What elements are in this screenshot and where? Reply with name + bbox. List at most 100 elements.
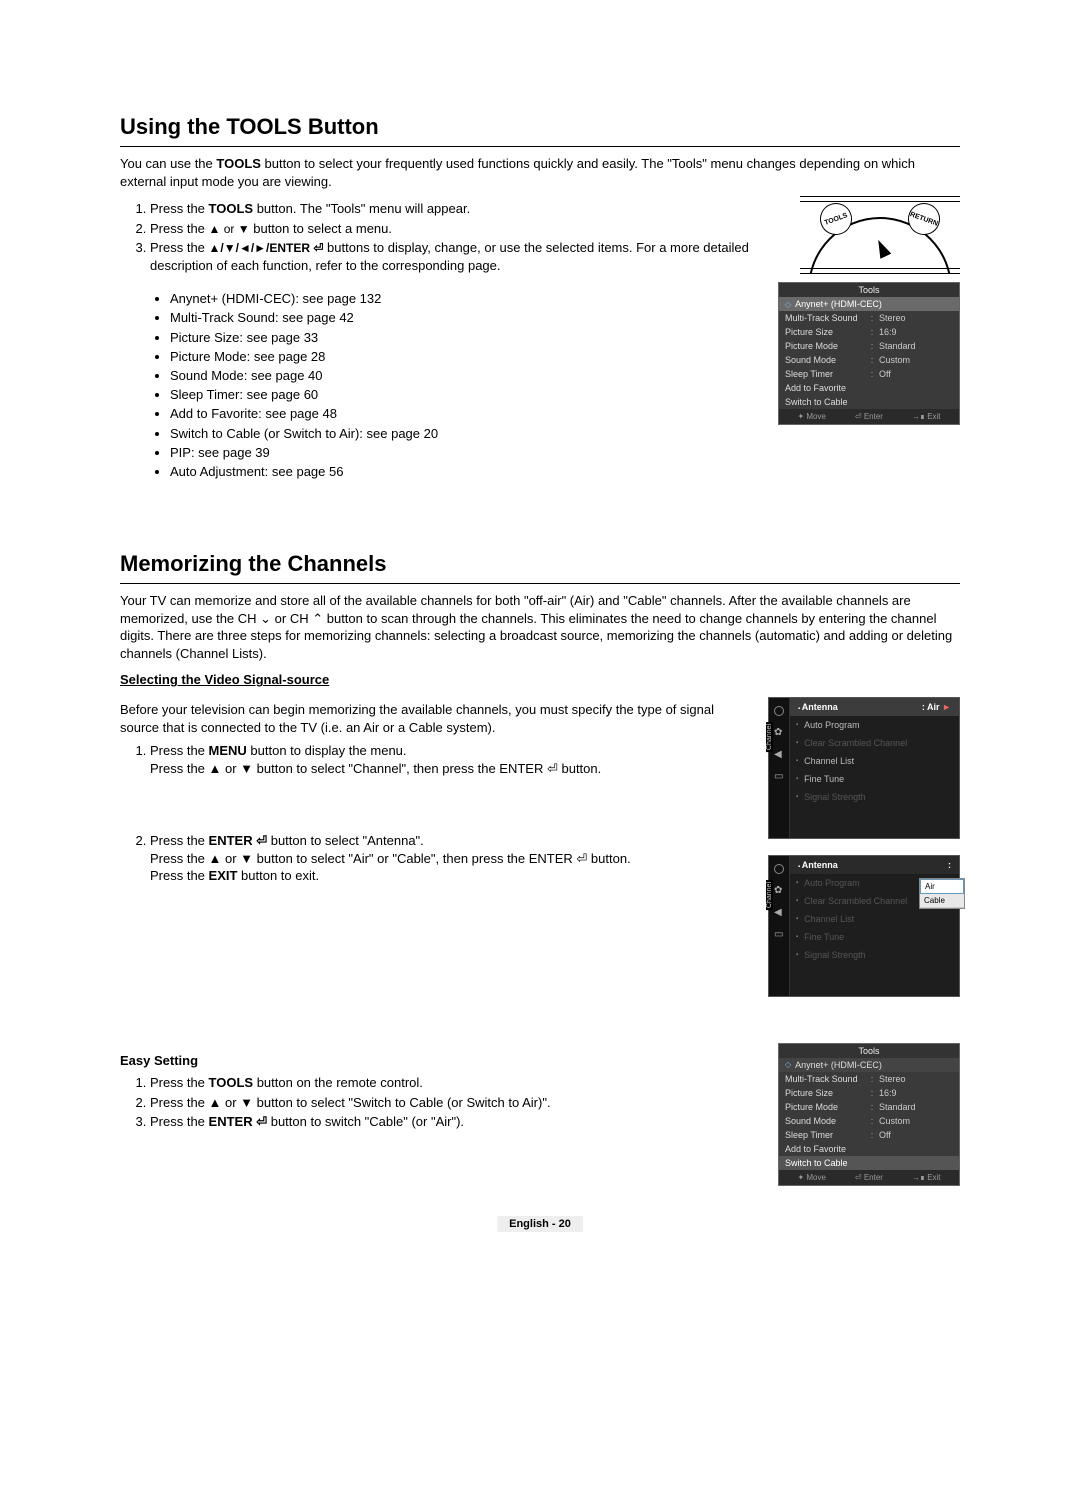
dot-icon	[774, 706, 784, 716]
v: 16:9	[879, 327, 953, 337]
osd-row: Picture Mode:Standard	[779, 1100, 959, 1114]
osd-highlight-label: Anynet+ (HDMI-CEC)	[795, 1060, 882, 1070]
txt-bold: TOOLS	[216, 156, 261, 171]
source-pre: Before your television can begin memoriz…	[120, 701, 752, 736]
v: Custom	[879, 355, 953, 365]
t: Press the	[150, 221, 209, 236]
section-title-tools: Using the TOOLS Button	[120, 114, 960, 147]
tb: MENU	[209, 743, 247, 758]
section-title-channels: Memorizing the Channels	[120, 551, 960, 584]
osd-highlight-label: Anynet+ (HDMI-CEC)	[795, 299, 882, 309]
l: Sound Mode	[785, 355, 865, 365]
osd-row: Add to Favorite	[779, 1142, 959, 1156]
osd-row: Picture Size:16:9	[779, 1086, 959, 1100]
osd-row-selected: Switch to Cable	[779, 1156, 959, 1170]
l: Add to Favorite	[785, 383, 865, 393]
l: Switch to Cable	[785, 397, 865, 407]
tools-intro: You can use the TOOLS button to select y…	[120, 155, 960, 190]
page-footer: English - 20	[497, 1216, 583, 1232]
l: Picture Size	[785, 327, 865, 337]
t: Press the	[150, 201, 209, 216]
ez3: Press the ENTER ⏎ button to switch "Cabl…	[150, 1113, 762, 1131]
osd-row: Sound Mode:Custom	[779, 353, 959, 367]
channel-osd-2: Channel ✿ ◀ ▭ ▪ Antenna : ▪Auto Program …	[768, 855, 960, 997]
dropdown-option-cable: Cable	[920, 894, 964, 908]
exit-hint: →∎ Exit	[912, 1173, 941, 1182]
menu-item-disabled: ▪Channel List	[790, 910, 959, 928]
antenna-row-selected: ▪ Antenna : Air ►	[790, 698, 959, 716]
move-hint: ✦ Move	[797, 412, 826, 421]
enter-hint: ⏎ Enter	[855, 412, 883, 421]
step3: Press the ▲/▼/◄/►/ENTER ⏎ buttons to dis…	[150, 239, 784, 274]
l: Antenna	[802, 860, 838, 870]
b: Picture Mode: see page 28	[170, 348, 762, 366]
l: Antenna	[802, 702, 838, 712]
picture-icon: ▭	[774, 930, 784, 940]
anynet-icon: ◇	[785, 1060, 791, 1070]
t: button. The "Tools" menu will appear.	[253, 201, 470, 216]
b: Add to Favorite: see page 48	[170, 405, 762, 423]
v: Stereo	[879, 313, 953, 323]
src-step1: Press the MENU button to display the men…	[150, 742, 752, 830]
antenna-row: ▪ Antenna :	[790, 856, 959, 874]
osd-highlight-row: ◇ Anynet+ (HDMI-CEC)	[779, 297, 959, 311]
v: Off	[879, 369, 953, 379]
right-arrow-icon: ►	[942, 702, 951, 712]
l: Picture Mode	[785, 341, 865, 351]
anynet-icon: ◇	[785, 300, 791, 309]
remote-illustration: TOOLS RETURN	[800, 196, 960, 274]
menu-item-disabled: ▪Signal Strength	[790, 788, 959, 806]
osd-row: Picture Size:16:9	[779, 325, 959, 339]
tb: EXIT	[209, 868, 238, 883]
t: Press the ▲ or ▼ button to select "Chann…	[150, 761, 601, 776]
osd-row: Picture Mode:Standard	[779, 339, 959, 353]
t: Press the ▲ or ▼ button to select "Air" …	[150, 851, 631, 866]
dropdown-option-air: Air	[920, 879, 964, 894]
subhead-easy-setting: Easy Setting	[120, 1053, 762, 1068]
easy-steps: Press the TOOLS button on the remote con…	[150, 1074, 762, 1131]
b: PIP: see page 39	[170, 444, 762, 462]
osd-row: Add to Favorite	[779, 381, 959, 395]
step1: Press the TOOLS button. The "Tools" menu…	[150, 200, 784, 218]
t: Press the	[150, 833, 209, 848]
channel-tab-label: Channel	[766, 880, 773, 910]
tb: ENTER ⏎	[209, 1114, 268, 1129]
menu-item: ▪Auto Program	[790, 716, 959, 734]
b: Auto Adjustment: see page 56	[170, 463, 762, 481]
menu-item-disabled: ▪Clear Scrambled Channel	[790, 734, 959, 752]
v: : Air	[922, 702, 940, 712]
step2: Press the ▲ or ▼ button to select a menu…	[150, 220, 784, 238]
osd-sidebar: ✿ ◀ ▭	[769, 856, 790, 996]
src-step2: Press the ENTER ⏎ button to select "Ante…	[150, 832, 752, 885]
b: Multi-Track Sound: see page 42	[170, 309, 762, 327]
channels-intro: Your TV can memorize and store all of th…	[120, 592, 960, 662]
channel-tab-label: Channel	[766, 722, 773, 752]
picture-icon: ▭	[774, 772, 784, 782]
subhead-select-source: Selecting the Video Signal-source	[120, 672, 960, 687]
t: Press the	[150, 743, 209, 758]
gear-icon: ✿	[774, 728, 784, 738]
osd-row: Sleep Timer:Off	[779, 1128, 959, 1142]
osd-footer: ✦ Move ⏎ Enter →∎ Exit	[779, 1170, 959, 1185]
osd-sidebar: ✿ ◀ ▭	[769, 698, 790, 838]
b: Picture Size: see page 33	[170, 329, 762, 347]
osd-row: Switch to Cable	[779, 395, 959, 409]
ez1: Press the TOOLS button on the remote con…	[150, 1074, 762, 1092]
osd-row: ◇ Anynet+ (HDMI-CEC)	[779, 1058, 959, 1072]
t: Press the	[150, 1114, 209, 1129]
osd-footer: ✦ Move ⏎ Enter →∎ Exit	[779, 409, 959, 424]
source-steps: Press the MENU button to display the men…	[150, 742, 752, 884]
t: Press the	[150, 1075, 209, 1090]
t: Press the	[150, 240, 209, 255]
tools-osd-2: Tools ◇ Anynet+ (HDMI-CEC) Multi-Track S…	[778, 1043, 960, 1186]
dot-icon	[774, 864, 784, 874]
antenna-dropdown: Air Cable	[919, 878, 965, 909]
exit-hint: →∎ Exit	[912, 412, 941, 421]
arrows: ▲ or ▼	[209, 222, 250, 236]
enter-hint: ⏎ Enter	[855, 1173, 883, 1182]
tb: TOOLS	[209, 201, 254, 216]
osd-row: Multi-Track Sound:Stereo	[779, 311, 959, 325]
tb: ENTER ⏎	[209, 833, 268, 848]
move-hint: ✦ Move	[797, 1173, 826, 1182]
t: button on the remote control.	[253, 1075, 423, 1090]
